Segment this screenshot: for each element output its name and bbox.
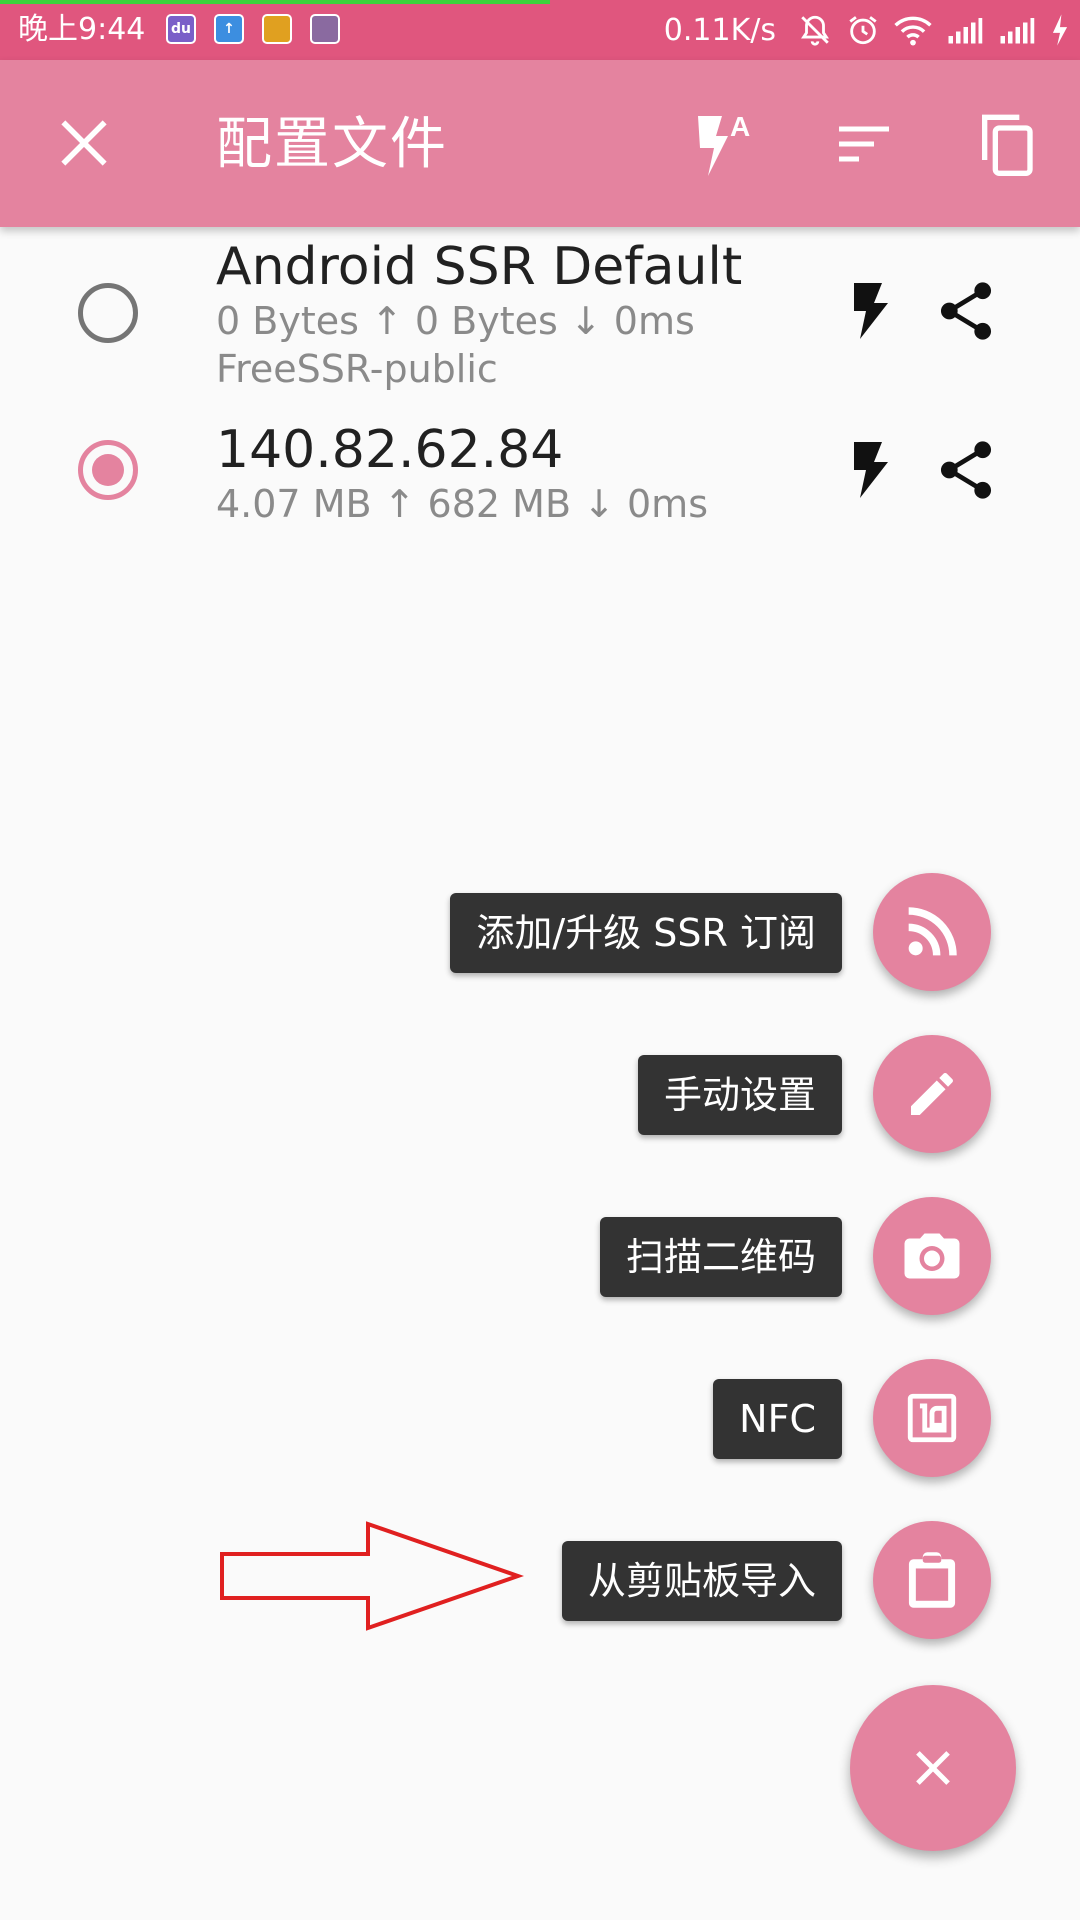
close-button[interactable] xyxy=(56,115,112,171)
share-button[interactable] xyxy=(936,440,996,500)
close-icon xyxy=(916,1751,950,1785)
du-app-icon: du xyxy=(166,14,196,44)
nfc-fab[interactable] xyxy=(873,1359,991,1477)
pencil-icon xyxy=(911,1072,953,1115)
nfc-icon xyxy=(907,1393,957,1443)
status-app-icons: du ↑ xyxy=(166,14,340,44)
profile-name: Android SSR Default xyxy=(216,237,743,297)
flash-auto-button[interactable]: A xyxy=(686,108,758,180)
game-app-icon xyxy=(262,14,292,44)
import-clipboard-fab[interactable] xyxy=(873,1521,991,1639)
close-icon xyxy=(61,120,107,166)
test-latency-button[interactable] xyxy=(842,440,902,500)
status-time: 晚上9:44 xyxy=(18,12,146,47)
sort-icon xyxy=(839,126,889,162)
profile-traffic-stats: 0 Bytes ↑ 0 Bytes ↓ 0ms xyxy=(216,299,695,343)
add-subscription-fab[interactable] xyxy=(873,873,991,991)
annotation-arrow xyxy=(220,1521,524,1631)
fab-label-clipboard[interactable]: 从剪贴板导入 xyxy=(561,1541,842,1621)
status-bar: 晚上9:44 du ↑ 0.11K/s xyxy=(0,0,1080,60)
net-speed: 0.11K/s xyxy=(663,12,776,48)
fab-label-scan-qr[interactable]: 扫描二维码 xyxy=(599,1217,842,1297)
copy-button[interactable] xyxy=(970,108,1042,180)
flash-icon xyxy=(854,283,888,339)
profile-item[interactable]: Android SSR Default 0 Bytes ↑ 0 Bytes ↓ … xyxy=(0,235,1080,405)
svg-text:A: A xyxy=(730,111,750,142)
profile-radio-selected[interactable] xyxy=(78,440,138,500)
profile-item[interactable]: 140.82.62.84 4.07 MB ↑ 682 MB ↓ 0ms xyxy=(0,418,1080,538)
profile-name: 140.82.62.84 xyxy=(216,420,564,480)
app-bar: 配置文件 A xyxy=(0,60,1080,227)
share-button[interactable] xyxy=(936,281,996,341)
wifi-icon xyxy=(894,16,932,46)
test-latency-button[interactable] xyxy=(842,281,902,341)
status-indicators: 0.11K/s xyxy=(664,10,1070,50)
upload-app-icon: ↑ xyxy=(214,14,244,44)
fab-menu-toggle[interactable] xyxy=(850,1685,1016,1851)
fab-label-subscription[interactable]: 添加/升级 SSR 订阅 xyxy=(450,893,842,973)
share-icon xyxy=(940,441,992,499)
rss-icon xyxy=(908,907,957,956)
share-icon xyxy=(940,282,992,340)
signal-icon xyxy=(948,18,983,44)
manual-settings-fab[interactable] xyxy=(873,1035,991,1153)
status-progress-bar xyxy=(0,0,550,4)
clipboard-icon xyxy=(908,1552,956,1608)
flash-icon xyxy=(854,442,888,498)
signal-icon-2 xyxy=(1000,18,1035,44)
fab-label-nfc[interactable]: NFC xyxy=(713,1379,842,1459)
profile-group: FreeSSR-public xyxy=(216,347,498,391)
scan-qr-fab[interactable] xyxy=(873,1197,991,1315)
profile-traffic-stats: 4.07 MB ↑ 682 MB ↓ 0ms xyxy=(216,482,708,526)
fab-label-manual[interactable]: 手动设置 xyxy=(637,1055,842,1135)
camera-icon xyxy=(904,1233,960,1279)
bell-muted-icon xyxy=(801,15,829,46)
flash-auto-icon: A xyxy=(698,111,750,176)
calendar-app-icon xyxy=(310,14,340,44)
charging-icon xyxy=(1052,14,1068,46)
sort-button[interactable] xyxy=(828,108,900,180)
alarm-icon xyxy=(849,16,877,45)
profile-radio-unselected[interactable] xyxy=(78,283,138,343)
page-title: 配置文件 xyxy=(216,112,448,177)
copy-icon xyxy=(982,114,1033,176)
